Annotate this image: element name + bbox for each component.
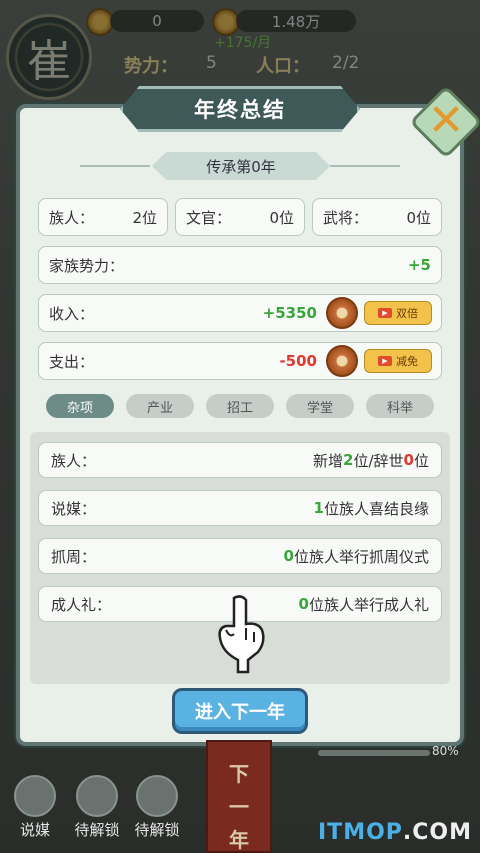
- video-ad-icon: ▶: [378, 308, 392, 318]
- tab-exam[interactable]: 科举: [366, 394, 434, 418]
- dialog-title: 年终总结: [120, 86, 360, 132]
- next-year-banner[interactable]: 下 一 年: [206, 740, 272, 853]
- zoom-level: 80%: [432, 744, 459, 758]
- tab-recruit[interactable]: 招工: [206, 394, 274, 418]
- matchmaking-row: 说媒： 1 位族人喜结良缘: [38, 490, 442, 526]
- double-income-button[interactable]: ▶ 双倍: [364, 301, 432, 325]
- heart-icon: [14, 775, 56, 817]
- family-power-row: 家族势力： +5: [38, 246, 442, 284]
- watermark: ITMOP.COM: [318, 820, 473, 845]
- tab-school[interactable]: 学堂: [286, 394, 354, 418]
- tab-industry[interactable]: 产业: [126, 394, 194, 418]
- copper-coin-icon: [326, 297, 358, 329]
- scroll-icon: [76, 775, 118, 817]
- dialog-subtitle: 传承第0年: [152, 152, 330, 180]
- clan-change-row: 族人： 新增 2 位/辞世 0 位: [38, 442, 442, 478]
- video-ad-icon: ▶: [378, 356, 392, 366]
- next-year-button[interactable]: 进入下一年: [172, 688, 308, 734]
- bottom-item-locked-2[interactable]: 待解锁: [128, 770, 186, 840]
- zoom-slider[interactable]: [318, 750, 430, 756]
- bottom-item-matchmaking[interactable]: 说媒: [6, 770, 64, 840]
- stat-generals: 武将： 0位: [312, 198, 442, 236]
- zhuazhou-row: 抓周： 0 位族人举行抓周仪式: [38, 538, 442, 574]
- divider-right: [330, 165, 400, 167]
- scroll-icon: [136, 775, 178, 817]
- tab-misc[interactable]: 杂项: [46, 394, 114, 418]
- close-icon[interactable]: ✕: [418, 92, 474, 148]
- bottom-item-locked-1[interactable]: 待解锁: [68, 770, 126, 840]
- reduce-expense-button[interactable]: ▶ 减免: [364, 349, 432, 373]
- stat-clan-members: 族人： 2位: [38, 198, 168, 236]
- copper-coin-icon: [326, 345, 358, 377]
- stat-civil-officials: 文官： 0位: [175, 198, 305, 236]
- divider-left: [80, 165, 150, 167]
- pointer-hand-icon: [218, 595, 265, 674]
